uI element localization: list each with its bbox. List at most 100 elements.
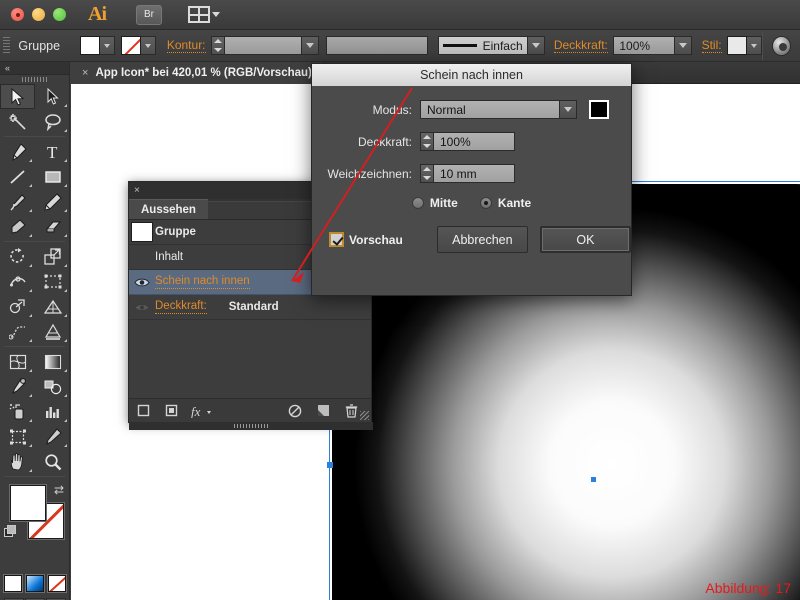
stroke-weight-input[interactable]: [224, 36, 303, 55]
close-window-button[interactable]: [11, 8, 24, 21]
brush-dropdown-arrow[interactable]: [527, 36, 545, 55]
glow-color-swatch[interactable]: [589, 100, 609, 119]
opacity-stepper[interactable]: [420, 132, 433, 151]
panel-resize-grip[interactable]: [360, 411, 369, 420]
blur-stepper[interactable]: [420, 164, 433, 183]
opacity-dropdown-arrow[interactable]: [675, 36, 693, 55]
artboard-tool[interactable]: [0, 424, 35, 449]
stroke-dropdown-arrow[interactable]: [140, 36, 156, 55]
blob-brush-tool[interactable]: [0, 214, 35, 239]
visibility-eye-icon[interactable]: [129, 277, 155, 288]
symbol-sprayer-tool[interactable]: [0, 399, 35, 424]
style-dropdown-arrow[interactable]: [747, 36, 763, 55]
visibility-eye-icon[interactable]: [129, 302, 155, 313]
brush-preview[interactable]: Einfach: [437, 36, 528, 55]
opacity-control[interactable]: 100%: [613, 36, 693, 55]
type-tool[interactable]: T: [35, 139, 70, 164]
document-setup-icon[interactable]: [772, 35, 791, 56]
tools-panel-grip[interactable]: [0, 75, 69, 84]
gradient-swatch-tool[interactable]: [35, 349, 70, 374]
zoom-tool[interactable]: [35, 449, 70, 474]
scale-tool[interactable]: [35, 244, 70, 269]
mode-dropdown-arrow[interactable]: [560, 100, 577, 119]
fill-color-swatch[interactable]: [10, 485, 46, 521]
rotate-tool[interactable]: [0, 244, 35, 269]
lasso-tool[interactable]: [35, 109, 70, 134]
hand-tool[interactable]: [0, 449, 35, 474]
gradient-swatch-button[interactable]: [25, 575, 44, 592]
tools-panel-collapse-button[interactable]: «: [0, 62, 69, 75]
none-swatch-button[interactable]: [47, 575, 66, 592]
appearance-row-label[interactable]: Schein nach innen: [155, 275, 250, 289]
radio-mitte-dot[interactable]: [411, 197, 424, 209]
zoom-window-button[interactable]: [53, 8, 66, 21]
cancel-button[interactable]: Abbrechen: [436, 226, 528, 253]
panel-bottom-grip[interactable]: [129, 422, 373, 430]
mode-select-value[interactable]: Normal: [420, 100, 560, 119]
swap-fill-stroke-icon[interactable]: ⇄: [54, 483, 64, 497]
eyedropper-tool[interactable]: [0, 374, 35, 399]
stroke-swatch-none-icon[interactable]: [120, 36, 141, 55]
handle-middle-left[interactable]: [327, 462, 333, 468]
appearance-row-deckkraft[interactable]: Deckkraft: Standard: [129, 295, 371, 320]
fill-swatch[interactable]: [80, 36, 101, 55]
preview-checkbox-group[interactable]: Vorschau: [330, 233, 403, 247]
free-transform-tool[interactable]: [35, 269, 70, 294]
close-icon[interactable]: ×: [82, 67, 88, 79]
style-control[interactable]: [727, 36, 763, 55]
column-graph-tool[interactable]: [35, 399, 70, 424]
arrange-documents-button[interactable]: [188, 6, 220, 23]
inner-glow-dialog[interactable]: Schein nach innen Modus: Normal Deckkraf…: [311, 63, 632, 296]
minimize-window-button[interactable]: [32, 8, 45, 21]
group-swatch-cell[interactable]: [129, 222, 155, 242]
ok-button[interactable]: OK: [539, 226, 631, 253]
slice-tool[interactable]: [35, 424, 70, 449]
rectangle-tool[interactable]: [35, 164, 70, 189]
line-segment-tool[interactable]: [0, 164, 35, 189]
add-new-stroke-icon[interactable]: [129, 404, 157, 417]
duplicate-item-icon[interactable]: [309, 404, 337, 417]
preview-checkbox[interactable]: [330, 233, 343, 246]
add-new-effect-icon[interactable]: fx: [185, 404, 219, 418]
shape-builder-tool[interactable]: [0, 294, 35, 319]
radio-kante-dot[interactable]: [479, 197, 492, 209]
width-tool[interactable]: [0, 269, 35, 294]
radio-kante[interactable]: Kante: [479, 196, 531, 210]
opacity-label[interactable]: Deckkraft:: [553, 38, 608, 53]
blend-tool[interactable]: [35, 374, 70, 399]
tab-aussehen[interactable]: Aussehen: [129, 199, 208, 219]
document-tab[interactable]: × App Icon* bei 420,01 % (RGB/Vorschau): [70, 61, 325, 84]
add-new-fill-icon[interactable]: [157, 404, 185, 417]
stroke-profile-input[interactable]: [326, 36, 429, 55]
radio-mitte[interactable]: Mitte: [411, 196, 458, 210]
style-label[interactable]: Stil:: [701, 38, 722, 53]
control-bar-grip[interactable]: [3, 36, 11, 55]
fill-color-control[interactable]: [80, 36, 116, 55]
clear-appearance-icon[interactable]: [281, 404, 309, 418]
default-fill-stroke-icon[interactable]: [4, 525, 17, 538]
paintbrush-tool[interactable]: [0, 189, 35, 214]
direct-selection-tool[interactable]: [35, 84, 70, 109]
opacity-input[interactable]: 100%: [613, 36, 676, 55]
close-icon[interactable]: ×: [134, 185, 140, 196]
perspective-grid-tool[interactable]: [35, 294, 70, 319]
appearance-row-label[interactable]: Deckkraft:: [155, 300, 207, 314]
color-swatch-button[interactable]: [3, 575, 22, 592]
stroke-color-control[interactable]: [120, 36, 156, 55]
mesh-grid-tool[interactable]: [0, 349, 35, 374]
stroke-weight-dropdown-arrow[interactable]: [302, 36, 320, 55]
stroke-weight-label[interactable]: Kontur:: [166, 38, 206, 53]
fill-dropdown-arrow[interactable]: [100, 36, 116, 55]
gradient-tool[interactable]: [35, 319, 70, 344]
eraser-tool[interactable]: [35, 214, 70, 239]
stroke-weight-control[interactable]: [211, 36, 320, 55]
pencil-tool[interactable]: [35, 189, 70, 214]
group-fill-swatch[interactable]: [131, 222, 153, 242]
bridge-button[interactable]: Br: [136, 4, 162, 25]
blur-input[interactable]: 10 mm: [433, 164, 515, 183]
pen-tool[interactable]: [0, 139, 35, 164]
brush-definition-control[interactable]: Einfach: [437, 36, 545, 55]
opacity-input[interactable]: 100%: [433, 132, 515, 151]
style-swatch[interactable]: [727, 36, 748, 55]
magic-wand-tool[interactable]: [0, 109, 35, 134]
